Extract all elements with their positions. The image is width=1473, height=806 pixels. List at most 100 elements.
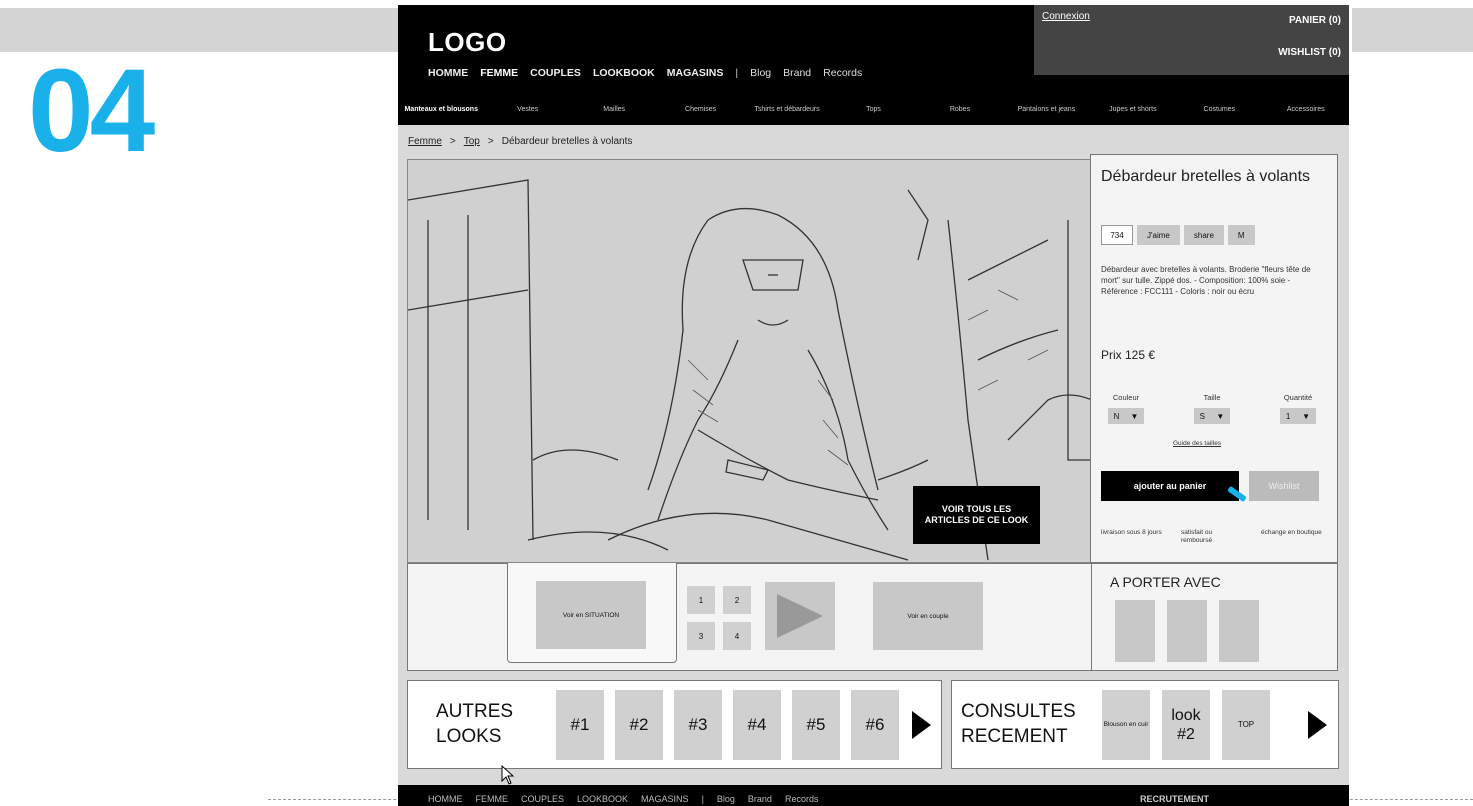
footer-link[interactable]: COUPLES <box>521 794 564 804</box>
look-item[interactable]: #4 <box>733 690 781 760</box>
media-strip: Voir en SITUATION 1 2 3 4 Voir en couple… <box>407 563 1338 671</box>
situation-view-button[interactable]: Voir en SITUATION <box>536 581 646 649</box>
next-arrow-icon[interactable] <box>912 711 931 739</box>
nav-item-homme[interactable]: HOMME <box>428 67 468 79</box>
wireframe-page: LOGO HOMME FEMME COUPLES LOOKBOOK MAGASI… <box>398 5 1349 806</box>
footer-link[interactable]: MAGASINS <box>641 794 689 804</box>
wear-with-item[interactable] <box>1115 600 1155 662</box>
footer-link[interactable]: LOOKBOOK <box>577 794 628 804</box>
wear-with-item[interactable] <box>1219 600 1259 662</box>
subnav-item[interactable]: Mailles <box>571 106 657 114</box>
video-player[interactable] <box>765 582 835 650</box>
category-subnav: Manteaux et blousons Vestes Mailles Chem… <box>398 97 1349 123</box>
share-button[interactable]: share <box>1183 225 1224 245</box>
subnav-item[interactable]: Jupes et shorts <box>1090 106 1176 114</box>
recruitment-link[interactable]: RECRUTEMENT <box>1140 794 1209 804</box>
benefit-exchange: échange en boutique <box>1261 529 1322 536</box>
add-to-cart-button[interactable]: ajouter au panier <box>1101 471 1239 501</box>
subnav-item[interactable]: Tshirts et débardeurs <box>744 106 830 114</box>
size-label: Taille <box>1203 393 1221 402</box>
footer-link[interactable]: FEMME <box>476 794 509 804</box>
recently-viewed-title: CONSULTES RECEMENT <box>961 700 1076 749</box>
site-header: LOGO HOMME FEMME COUPLES LOOKBOOK MAGASI… <box>398 5 1349 125</box>
situation-tab[interactable]: Voir en SITUATION <box>507 563 677 663</box>
recent-item[interactable]: TOP <box>1222 690 1270 760</box>
thumbnail[interactable]: 2 <box>723 586 751 614</box>
size-guide-link[interactable]: Guide des tailles <box>1173 440 1221 447</box>
look-item[interactable]: #1 <box>556 690 604 760</box>
thumbnail[interactable]: 3 <box>687 622 715 650</box>
footer-link[interactable]: Records <box>785 794 819 804</box>
subnav-item[interactable]: Tops <box>830 106 916 114</box>
product-panel: Débardeur bretelles à volants 734 J'aime… <box>1090 154 1338 563</box>
wishlist-button[interactable]: Wishlist <box>1249 471 1319 501</box>
benefit-refund: satisfait ou remboursé <box>1181 529 1213 545</box>
nav-item-records[interactable]: Records <box>823 67 862 79</box>
nav-item-brand[interactable]: Brand <box>783 67 811 79</box>
look-item[interactable]: #5 <box>792 690 840 760</box>
thumbnail-grid: 1 2 3 4 <box>687 586 751 650</box>
size-value: S <box>1199 411 1206 421</box>
next-arrow-icon[interactable] <box>1308 711 1327 739</box>
wear-with-items <box>1115 600 1259 662</box>
recently-viewed-title-line1: CONSULTES <box>961 701 1076 722</box>
breadcrumb-separator: > <box>449 136 456 147</box>
breadcrumb-femme[interactable]: Femme <box>408 136 442 147</box>
couple-view-button[interactable]: Voir en couple <box>873 582 983 650</box>
like-count: 734 <box>1101 225 1133 245</box>
nav-item-blog[interactable]: Blog <box>750 67 771 79</box>
product-title: Débardeur bretelles à volants <box>1101 168 1311 185</box>
wishlist-link[interactable]: WISHLIST (0) <box>1278 47 1341 58</box>
view-look-articles-button[interactable]: VOIR TOUS LES ARTICLES DE CE LOOK <box>913 486 1040 544</box>
look-item[interactable]: #6 <box>851 690 899 760</box>
footer-link[interactable]: HOMME <box>428 794 463 804</box>
color-option: Couleur N ▼ <box>1101 393 1151 424</box>
wear-with-section: A PORTER AVEC <box>1091 564 1338 670</box>
like-button[interactable]: J'aime <box>1137 225 1180 245</box>
product-options: Couleur N ▼ Taille S ▼ Quantité 1 ▼ <box>1101 393 1323 424</box>
wear-with-item[interactable] <box>1167 600 1207 662</box>
breadcrumb-current: Débardeur bretelles à volants <box>501 136 633 147</box>
breadcrumb-top[interactable]: Top <box>464 136 480 147</box>
logo[interactable]: LOGO <box>428 27 507 58</box>
footer-link[interactable]: Blog <box>717 794 735 804</box>
thumbnail[interactable]: 4 <box>723 622 751 650</box>
subnav-item[interactable]: Vestes <box>484 106 570 114</box>
connexion-link[interactable]: Connexion <box>1042 11 1090 22</box>
recent-item[interactable]: Blouson en cuir <box>1102 690 1150 760</box>
mail-button[interactable]: M <box>1227 225 1255 245</box>
dropdown-arrow-icon: ▼ <box>1302 411 1311 421</box>
recently-viewed-title-line2: RECEMENT <box>961 725 1068 747</box>
footer-separator: | <box>701 794 704 804</box>
quantity-select[interactable]: 1 ▼ <box>1280 408 1316 424</box>
quantity-label: Quantité <box>1283 393 1313 402</box>
recently-viewed-section: CONSULTES RECEMENT Blouson en cuir look … <box>951 680 1339 769</box>
product-price: Prix 125 € <box>1101 348 1156 362</box>
quantity-option: Quantité 1 ▼ <box>1273 393 1323 424</box>
play-icon <box>777 594 823 638</box>
subnav-item[interactable]: Costumes <box>1176 106 1262 114</box>
other-looks-section: AUTRES LOOKS #1 #2 #3 #4 #5 #6 <box>407 680 942 769</box>
subnav-item[interactable]: Pantalons et jeans <box>1003 106 1089 114</box>
nav-item-magasins[interactable]: MAGASINS <box>667 67 724 79</box>
nav-item-lookbook[interactable]: LOOKBOOK <box>593 67 655 79</box>
footer-link[interactable]: Brand <box>748 794 772 804</box>
nav-item-femme[interactable]: FEMME <box>480 67 518 79</box>
size-select[interactable]: S ▼ <box>1194 408 1230 424</box>
look-item[interactable]: #2 <box>615 690 663 760</box>
subnav-item[interactable]: Robes <box>917 106 1003 114</box>
nav-item-couples[interactable]: COUPLES <box>530 67 581 79</box>
subnav-item[interactable]: Manteaux et blousons <box>398 106 484 114</box>
thumbnail[interactable]: 1 <box>687 586 715 614</box>
main-nav: HOMME FEMME COUPLES LOOKBOOK MAGASINS | … <box>428 67 862 79</box>
looks-list: #1 #2 #3 #4 #5 #6 <box>556 690 899 760</box>
subnav-item[interactable]: Chemises <box>657 106 743 114</box>
look-item[interactable]: #3 <box>674 690 722 760</box>
color-select[interactable]: N ▼ <box>1108 408 1144 424</box>
wear-with-title: A PORTER AVEC <box>1110 574 1221 590</box>
dropdown-arrow-icon: ▼ <box>1216 411 1225 421</box>
cart-link[interactable]: PANIER (0) <box>1289 15 1341 26</box>
footer-nav: HOMME FEMME COUPLES LOOKBOOK MAGASINS | … <box>428 794 818 804</box>
subnav-item[interactable]: Accessoires <box>1263 106 1349 114</box>
recent-item[interactable]: look #2 <box>1162 690 1210 760</box>
